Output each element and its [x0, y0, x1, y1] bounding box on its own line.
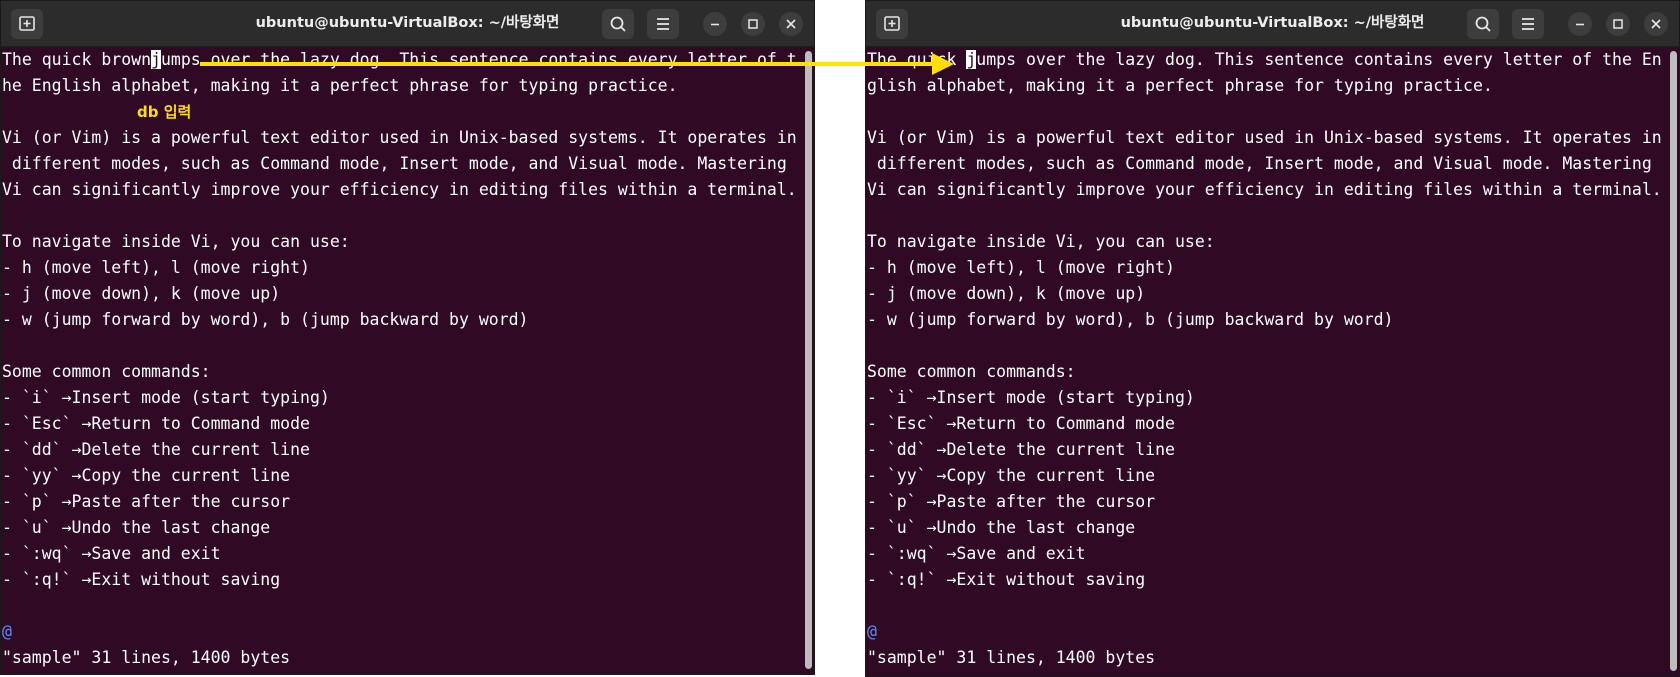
- annotation-label: db 입력: [137, 103, 192, 121]
- arrow-head: [932, 53, 954, 75]
- annotation-arrow: [200, 53, 954, 75]
